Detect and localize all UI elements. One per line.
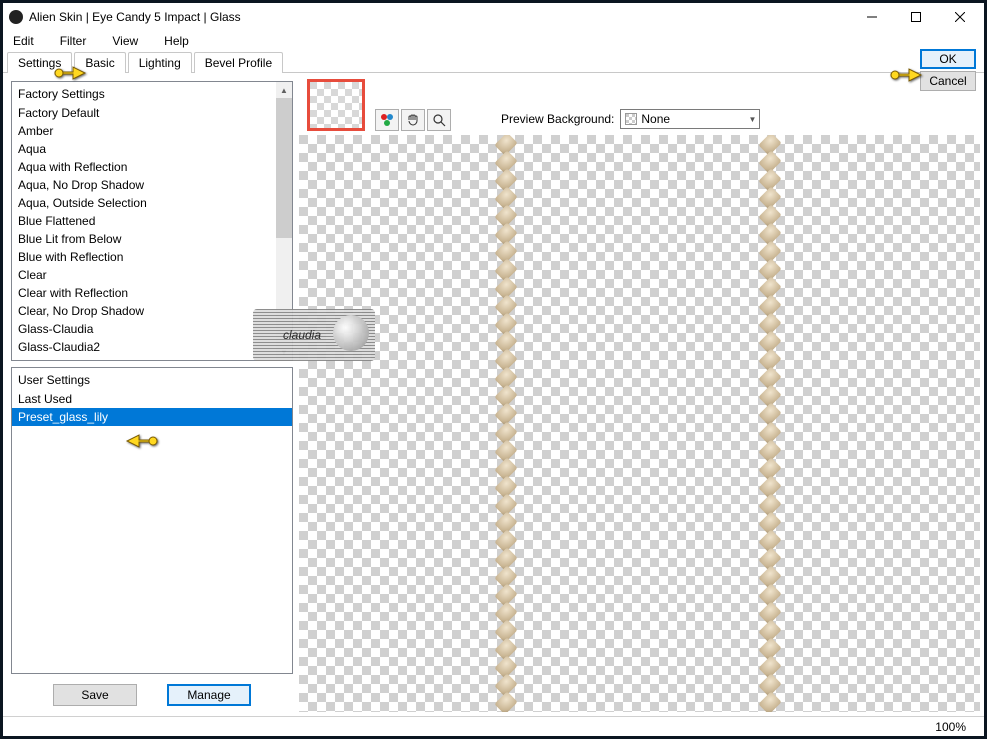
pointer-cursor-icon (889, 63, 923, 88)
preview-background-select[interactable]: None ▼ (620, 109, 760, 129)
preview-background-value: None (641, 112, 670, 126)
factory-list-item[interactable]: Glass-Claudia3 (12, 356, 292, 360)
zoom-tool-icon[interactable] (427, 109, 451, 131)
maximize-button[interactable] (894, 4, 938, 30)
color-picker-tool-icon[interactable] (375, 109, 399, 131)
factory-list-item[interactable]: Blue Flattened (12, 212, 292, 230)
preview-background-label: Preview Background: (501, 112, 614, 126)
factory-list-item[interactable]: Factory Default (12, 104, 292, 122)
factory-list-item[interactable]: Aqua, Outside Selection (12, 194, 292, 212)
tab-row: Settings Basic Lighting Bevel Profile OK… (3, 51, 984, 73)
manage-button[interactable]: Manage (167, 684, 251, 706)
factory-list-item[interactable]: Aqua (12, 140, 292, 158)
right-panel: Preview Background: None ▼ (299, 73, 984, 716)
menu-edit[interactable]: Edit (9, 32, 38, 50)
user-settings-listbox: User Settings Last UsedPreset_glass_lily (11, 367, 293, 674)
user-list-item[interactable]: Last Used (12, 390, 292, 408)
menu-filter[interactable]: Filter (56, 32, 91, 50)
user-list-item[interactable]: Preset_glass_lily (12, 408, 292, 426)
pointer-cursor-icon (125, 429, 159, 454)
chevron-down-icon: ▼ (748, 115, 756, 124)
factory-list-item[interactable]: Aqua with Reflection (12, 158, 292, 176)
ok-button[interactable]: OK (920, 49, 976, 69)
menubar: Edit Filter View Help (3, 31, 984, 51)
factory-list-item[interactable]: Blue with Reflection (12, 248, 292, 266)
factory-list-item[interactable]: Clear with Reflection (12, 284, 292, 302)
window-title: Alien Skin | Eye Candy 5 Impact | Glass (29, 10, 850, 24)
app-icon (9, 10, 23, 24)
zoom-level: 100% (935, 720, 966, 734)
scroll-thumb[interactable] (276, 98, 292, 238)
left-panel: Factory Settings Factory DefaultAmberAqu… (3, 73, 299, 716)
hand-tool-icon[interactable] (401, 109, 425, 131)
factory-list-item[interactable]: Clear, No Drop Shadow (12, 302, 292, 320)
factory-list-item[interactable]: Aqua, No Drop Shadow (12, 176, 292, 194)
preview-artwork (759, 135, 781, 712)
pointer-cursor-icon (53, 61, 87, 86)
menu-help[interactable]: Help (160, 32, 193, 50)
factory-list-item[interactable]: Glass-Claudia2 (12, 338, 292, 356)
preview-thumbnail[interactable] (307, 79, 365, 131)
close-button[interactable] (938, 4, 982, 30)
titlebar: Alien Skin | Eye Candy 5 Impact | Glass (3, 3, 984, 31)
watermark: claudia (253, 309, 375, 361)
status-bar: 100% (3, 716, 984, 736)
tab-lighting[interactable]: Lighting (128, 52, 192, 73)
factory-settings-listbox: Factory Settings Factory DefaultAmberAqu… (11, 81, 293, 361)
minimize-button[interactable] (850, 4, 894, 30)
factory-list-item[interactable]: Glass-Claudia (12, 320, 292, 338)
factory-list-item[interactable]: Blue Lit from Below (12, 230, 292, 248)
factory-list-item[interactable]: Amber (12, 122, 292, 140)
watermark-text: claudia (283, 328, 321, 342)
preview-artwork (495, 135, 517, 712)
save-button[interactable]: Save (53, 684, 137, 706)
user-settings-header: User Settings (12, 370, 292, 390)
preview-canvas[interactable] (299, 135, 980, 712)
factory-list-item[interactable]: Clear (12, 266, 292, 284)
tab-bevel-profile[interactable]: Bevel Profile (194, 52, 283, 73)
menu-view[interactable]: View (108, 32, 142, 50)
scroll-up-icon[interactable]: ▲ (276, 82, 292, 98)
transparency-swatch-icon (625, 113, 637, 125)
factory-settings-header: Factory Settings (12, 84, 292, 104)
